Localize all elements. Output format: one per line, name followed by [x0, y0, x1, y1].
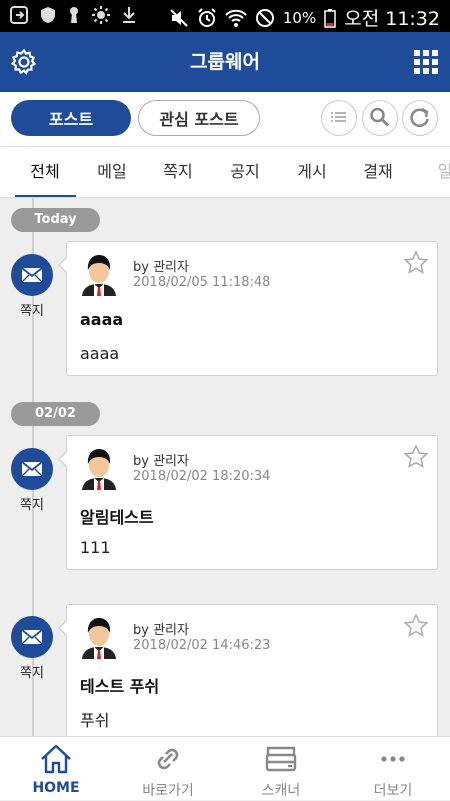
- battery-icon: [324, 8, 336, 28]
- wifi-icon: [225, 9, 247, 27]
- tab-approval[interactable]: 결재: [348, 147, 408, 197]
- category-tabs: 전체 메일 쪽지 공지 게시 결재 일: [0, 146, 450, 198]
- post-card[interactable]: by 관리자 2018/02/02 18:20:34 알림테스트 111: [58, 435, 438, 570]
- favorite-post-filter-button[interactable]: 관심 포스트: [138, 100, 260, 136]
- list-icon: [331, 112, 346, 122]
- filter-bar: 포스트 관심 포스트: [0, 92, 450, 146]
- list-view-button[interactable]: [321, 100, 357, 136]
- scanner-icon: [265, 746, 297, 772]
- tab-mail[interactable]: 메일: [82, 147, 142, 197]
- avatar: [82, 449, 116, 490]
- link-icon: [157, 748, 179, 770]
- mail-icon: [11, 254, 53, 296]
- post-title: 테스트 푸쉬: [80, 677, 160, 696]
- star-icon[interactable]: [403, 250, 429, 276]
- notification-icons: [10, 6, 136, 24]
- system-indicators: 10% 오전 11:32: [169, 4, 440, 31]
- mute-icon: [170, 8, 188, 27]
- more-icon: [381, 756, 405, 762]
- page-title: 그룹웨어: [190, 51, 260, 73]
- apps-grid-icon[interactable]: [414, 50, 438, 74]
- star-icon[interactable]: [403, 613, 429, 639]
- tab-memo[interactable]: 쪽지: [148, 147, 208, 197]
- date-chip: 02/02: [11, 402, 100, 426]
- post-filter-button[interactable]: 포스트: [11, 100, 131, 136]
- post-type-label: 쪽지: [20, 304, 44, 319]
- nav-label: 더보기: [373, 783, 413, 799]
- no-sim-icon: [255, 8, 274, 27]
- post-author: by 관리자: [133, 454, 189, 469]
- search-icon: [370, 107, 390, 127]
- avatar: [82, 255, 116, 296]
- avatar: [82, 618, 116, 659]
- keyhole-icon: [70, 7, 78, 23]
- refresh-icon: [410, 107, 429, 128]
- mail-icon: [11, 448, 53, 490]
- shield-icon: [41, 7, 55, 23]
- post-timestamp: 2018/02/02 14:46:23: [133, 638, 271, 653]
- post-timestamp: 2018/02/02 18:20:34: [133, 469, 271, 484]
- post-type-label: 쪽지: [20, 498, 44, 513]
- post-type-label: 쪽지: [20, 666, 44, 681]
- nav-home[interactable]: HOME: [0, 737, 112, 801]
- status-bar: 10% 오전 11:32: [0, 0, 450, 32]
- notification-share-icon: [10, 6, 28, 24]
- nav-label: 바로가기: [142, 783, 194, 799]
- post-author: by 관리자: [133, 260, 189, 275]
- clock: 오전 11:32: [344, 8, 440, 30]
- tab-board[interactable]: 게시: [282, 147, 342, 197]
- post-body: aaaa: [80, 344, 120, 363]
- nav-label: 스캐너: [261, 783, 301, 799]
- post-card[interactable]: by 관리자 2018/02/02 14:46:23 테스트 푸쉬 푸쉬: [58, 604, 438, 754]
- bottom-nav: HOME 바로가기 스캐너 더보기: [0, 736, 450, 800]
- nav-shortcut[interactable]: 바로가기: [112, 737, 224, 801]
- post-body: 푸쉬: [80, 711, 110, 730]
- nav-more[interactable]: 더보기: [337, 737, 449, 801]
- app-header: 그룹웨어: [0, 32, 450, 92]
- post-card[interactable]: by 관리자 2018/02/05 11:18:48 aaaa aaaa: [58, 241, 438, 376]
- post-body: 111: [80, 538, 111, 557]
- mail-icon: [11, 616, 53, 658]
- battery-percent: 10%: [282, 8, 317, 27]
- tab-schedule-partial[interactable]: 일: [415, 147, 450, 197]
- post-author: by 관리자: [133, 623, 189, 638]
- nav-label: HOME: [32, 780, 80, 796]
- brightness-icon: [92, 6, 110, 24]
- download-icon: [123, 7, 135, 23]
- tab-notice[interactable]: 공지: [215, 147, 275, 197]
- date-chip: Today: [11, 208, 100, 232]
- post-timestamp: 2018/02/05 11:18:48: [133, 275, 271, 290]
- tab-all[interactable]: 전체: [15, 147, 75, 197]
- refresh-button[interactable]: [402, 100, 438, 136]
- home-icon: [41, 744, 71, 774]
- search-button[interactable]: [362, 100, 398, 136]
- star-icon[interactable]: [403, 444, 429, 470]
- active-tab-indicator: [15, 195, 76, 197]
- post-title: aaaa: [80, 310, 124, 329]
- alarm-icon: [198, 7, 216, 27]
- post-title: 알림테스트: [80, 508, 154, 527]
- nav-scanner[interactable]: 스캐너: [225, 737, 337, 801]
